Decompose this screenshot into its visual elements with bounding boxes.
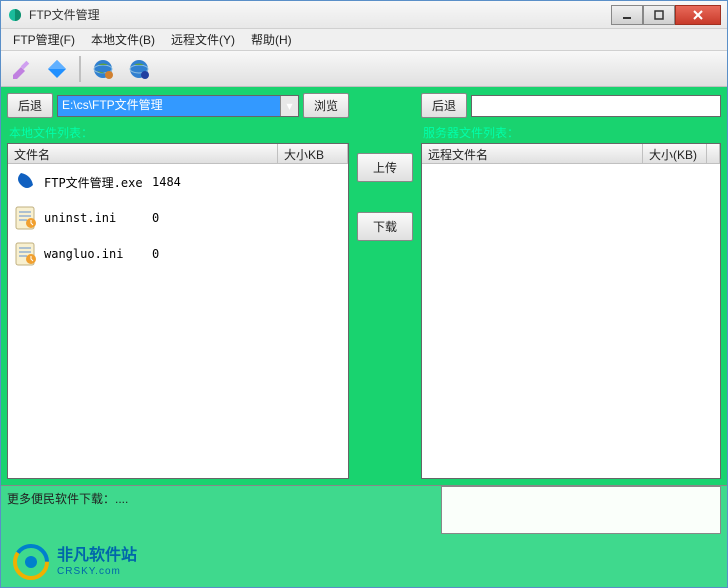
title-bar: FTP文件管理 xyxy=(1,1,727,29)
remote-path-input[interactable] xyxy=(471,95,721,117)
table-row[interactable]: wangluo.ini0 xyxy=(8,236,348,272)
main-area: 后退 E:\cs\FTP文件管理 ▾ 浏览 本地文件列表： 文件名 大小KB F… xyxy=(1,87,727,485)
remote-col-extra[interactable] xyxy=(707,144,720,163)
remote-path-row: 后退 xyxy=(421,93,721,118)
download-button[interactable]: 下载 xyxy=(357,212,413,241)
transfer-buttons-pane: 上传 下载 xyxy=(353,93,417,479)
footer-logo: 非凡软件站 CRSKY.com xyxy=(11,542,137,582)
local-col-name[interactable]: 文件名 xyxy=(8,144,278,163)
app-window: FTP文件管理 FTP管理(F) 本地文件(B) 远程文件(Y) 帮助(H) xyxy=(0,0,728,588)
file-icon xyxy=(12,240,40,268)
tool-brush-icon[interactable] xyxy=(7,55,35,83)
crsky-logo-icon xyxy=(11,542,51,582)
local-list-label: 本地文件列表： xyxy=(7,122,349,143)
remote-file-list[interactable]: 远程文件名 大小(KB) xyxy=(421,143,721,479)
menu-bar: FTP管理(F) 本地文件(B) 远程文件(Y) 帮助(H) xyxy=(1,29,727,51)
menu-ftp[interactable]: FTP管理(F) xyxy=(5,28,83,51)
local-browse-button[interactable]: 浏览 xyxy=(303,93,349,118)
log-right-panel xyxy=(441,486,721,534)
window-title: FTP文件管理 xyxy=(29,6,611,23)
remote-list-label: 服务器文件列表： xyxy=(421,122,721,143)
remote-back-button[interactable]: 后退 xyxy=(421,93,467,118)
file-icon xyxy=(12,168,40,196)
file-name: wangluo.ini xyxy=(44,247,152,261)
remote-pane: 后退 服务器文件列表： 远程文件名 大小(KB) xyxy=(421,93,721,479)
toolbar-separator xyxy=(79,56,81,82)
minimize-button[interactable] xyxy=(611,5,643,25)
local-path-row: 后退 E:\cs\FTP文件管理 ▾ 浏览 xyxy=(7,93,349,118)
upload-button[interactable]: 上传 xyxy=(357,153,413,182)
maximize-button[interactable] xyxy=(643,5,675,25)
table-row[interactable]: uninst.ini0 xyxy=(8,200,348,236)
local-path-dropdown[interactable]: E:\cs\FTP文件管理 ▾ xyxy=(57,95,299,117)
menu-local[interactable]: 本地文件(B) xyxy=(83,28,163,51)
window-controls xyxy=(611,5,721,25)
local-path-value: E:\cs\FTP文件管理 xyxy=(62,98,163,112)
file-size: 0 xyxy=(152,247,159,261)
log-area: 更多便民软件下载：.... xyxy=(1,485,727,537)
table-row[interactable]: FTP文件管理.exe1484 xyxy=(8,164,348,200)
app-icon xyxy=(7,7,23,23)
file-name: uninst.ini xyxy=(44,211,152,225)
file-size: 0 xyxy=(152,211,159,225)
tool-diamond-icon[interactable] xyxy=(43,55,71,83)
tool-globe2-icon[interactable] xyxy=(125,55,153,83)
local-back-button[interactable]: 后退 xyxy=(7,93,53,118)
local-pane: 后退 E:\cs\FTP文件管理 ▾ 浏览 本地文件列表： 文件名 大小KB F… xyxy=(7,93,349,479)
file-name: FTP文件管理.exe xyxy=(44,174,152,191)
tool-globe1-icon[interactable] xyxy=(89,55,117,83)
footer-text: 非凡软件站 CRSKY.com xyxy=(57,546,137,577)
menu-remote[interactable]: 远程文件(Y) xyxy=(163,28,243,51)
chevron-down-icon[interactable]: ▾ xyxy=(280,96,298,116)
local-list-header: 文件名 大小KB xyxy=(8,144,348,164)
remote-list-header: 远程文件名 大小(KB) xyxy=(422,144,720,164)
file-icon xyxy=(12,204,40,232)
footer-site-name: 非凡软件站 xyxy=(57,546,137,565)
close-button[interactable] xyxy=(675,5,721,25)
local-col-size[interactable]: 大小KB xyxy=(278,144,348,163)
remote-col-name[interactable]: 远程文件名 xyxy=(422,144,643,163)
menu-help[interactable]: 帮助(H) xyxy=(243,28,300,51)
remote-col-size[interactable]: 大小(KB) xyxy=(643,144,707,163)
local-file-list[interactable]: 文件名 大小KB FTP文件管理.exe1484uninst.ini0wangl… xyxy=(7,143,349,479)
footer: 非凡软件站 CRSKY.com xyxy=(1,537,727,587)
footer-site-url: CRSKY.com xyxy=(57,566,137,578)
file-size: 1484 xyxy=(152,175,181,189)
log-text: 更多便民软件下载：.... xyxy=(7,492,128,506)
tool-bar xyxy=(1,51,727,87)
